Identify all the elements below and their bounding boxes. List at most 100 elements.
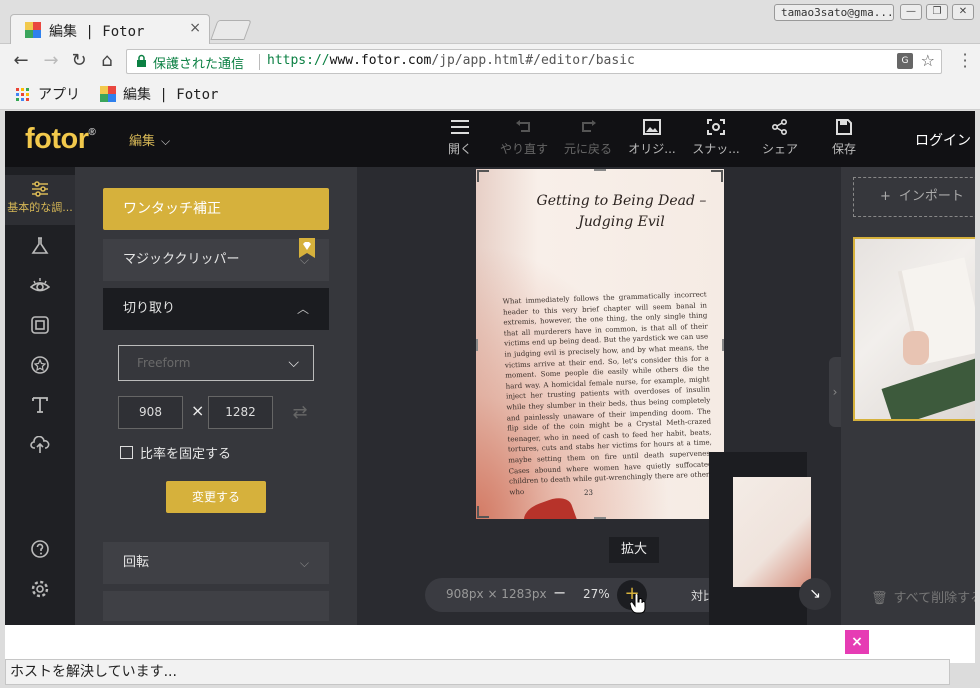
rotate-section[interactable]: 回転 ⌵ <box>103 542 329 584</box>
url-host: www.fotor.com <box>329 53 432 68</box>
import-button[interactable]: + インポート <box>853 177 975 217</box>
maximize-button[interactable]: ❐ <box>926 4 948 20</box>
sidebar-item-upload[interactable] <box>5 436 75 454</box>
minimap-thumbnail <box>733 477 811 587</box>
crop-ratio-select[interactable]: Freeform ⌵ <box>118 345 314 381</box>
help-button[interactable] <box>5 540 75 558</box>
profile-button[interactable]: tamao3sato@gma... <box>774 4 894 21</box>
eye-icon <box>30 278 50 292</box>
edit-menu[interactable]: 編集 ⌵ <box>129 130 170 149</box>
one-touch-fix-button[interactable]: ワンタッチ補正 <box>103 188 329 230</box>
share-icon <box>771 119 787 135</box>
library-thumbnail[interactable] <box>853 237 975 421</box>
forward-arrow-icon[interactable]: → <box>40 50 62 72</box>
chevron-up-icon: ︿ <box>296 302 309 316</box>
crop-handle-right[interactable] <box>722 339 724 351</box>
magic-clipper-section[interactable]: マジッククリッパー ⌵ <box>103 238 329 281</box>
image-size-label: 908px × 1283px <box>446 587 547 601</box>
snapshot-button[interactable]: スナッ... <box>684 119 748 157</box>
rotate-label: 回転 <box>123 555 150 570</box>
browser-tab-active[interactable]: 編集 | Fotor × <box>10 14 210 45</box>
menu-icon <box>451 120 469 134</box>
zoom-in-tooltip: 拡大 <box>609 537 659 563</box>
bookmark-apps[interactable]: アプリ <box>38 84 80 104</box>
crop-handle-left[interactable] <box>476 339 478 351</box>
redo-button[interactable]: 元に戻る <box>556 119 620 157</box>
next-section[interactable] <box>103 591 329 621</box>
page-bottom-area: × <box>5 625 975 663</box>
chevron-down-icon: ⌵ <box>299 556 309 570</box>
text-icon <box>32 397 48 413</box>
lock-icon <box>137 54 146 67</box>
browser-status-bar: ホストを解決しています... <box>5 659 950 685</box>
lock-ratio-label: 比率を固定する <box>140 447 232 462</box>
secure-label: 保護された通信 <box>153 57 245 72</box>
frame-icon <box>31 316 49 334</box>
sidebar-item-effects[interactable] <box>5 237 75 255</box>
crop-mode-value: Freeform <box>137 356 191 370</box>
crop-label: 切り取り <box>123 301 176 316</box>
undo-button[interactable]: やり直す <box>492 119 556 157</box>
fotor-app: fotor® 編集 ⌵ 開く やり直す 元に戻る オリジ... スナッ... シェ… <box>5 111 975 625</box>
lock-ratio-checkbox[interactable] <box>120 446 133 459</box>
times-symbol: × <box>191 401 205 420</box>
zoom-out-button[interactable]: − <box>553 583 566 602</box>
sidebar-item-basic-adjust[interactable]: 基本的な調... <box>5 175 75 225</box>
swap-dimensions-icon[interactable]: ⇄ <box>283 396 317 429</box>
original-button[interactable]: オリジ... <box>620 119 684 157</box>
minimize-button[interactable]: — <box>900 4 922 20</box>
open-button[interactable]: 開く <box>428 119 492 157</box>
bookmarks-bar: アプリ 編集 | Fotor <box>0 78 980 110</box>
sidebar-item-text[interactable] <box>5 396 75 414</box>
crop-handle-top[interactable] <box>594 169 606 171</box>
translate-icon[interactable]: G <box>897 53 913 69</box>
address-bar[interactable]: 保護された通信 https://www.fotor.com/jp/app.htm… <box>126 49 942 74</box>
help-icon <box>31 540 49 558</box>
cloud-upload-icon <box>30 436 50 453</box>
fotor-logo[interactable]: fotor® <box>25 123 96 156</box>
url-scheme: https:// <box>267 53 330 68</box>
fotor-bookmark-icon <box>100 86 116 102</box>
crop-handle-bottom[interactable] <box>594 517 606 519</box>
crop-handle-top-right[interactable] <box>711 170 723 182</box>
url-text[interactable]: https://www.fotor.com/jp/app.html#/edito… <box>267 53 635 68</box>
close-window-button[interactable]: ✕ <box>952 4 974 20</box>
url-path: /jp/app.html#/editor/basic <box>431 53 635 68</box>
height-input[interactable]: 1282 <box>208 396 273 429</box>
delete-all-button[interactable]: 🗑 すべて削除する <box>871 587 975 606</box>
bookmark-fotor[interactable]: 編集 | Fotor <box>123 84 218 104</box>
reload-icon[interactable]: ↻ <box>68 50 90 72</box>
new-tab-button[interactable] <box>210 20 252 40</box>
close-ad-button[interactable]: × <box>845 630 869 654</box>
apply-button[interactable]: 変更する <box>166 481 266 513</box>
redo-icon <box>582 120 596 132</box>
thumb-hand-shape <box>903 331 929 365</box>
sidebar-item-frames[interactable] <box>5 316 75 334</box>
browser-toolbar: ← → ↻ ⌂ 保護された通信 https://www.fotor.com/jp… <box>0 44 980 78</box>
sidebar-item-beauty[interactable] <box>5 277 75 295</box>
home-icon[interactable]: ⌂ <box>96 50 118 72</box>
book-title: Getting to Being Dead – Judging Evil <box>536 193 707 230</box>
tab-close-icon[interactable]: × <box>189 20 201 36</box>
bookmark-star-icon[interactable]: ☆ <box>921 51 935 70</box>
navigator-minimap[interactable]: ↘ <box>709 452 831 625</box>
share-button[interactable]: シェア <box>748 119 812 157</box>
crop-handle-top-left[interactable] <box>477 170 489 182</box>
apps-grid-icon[interactable] <box>16 88 30 102</box>
photo-image[interactable]: Getting to Being Dead – Judging Evil Wha… <box>476 169 724 519</box>
undo-icon <box>516 120 530 132</box>
login-button[interactable]: ログイン <box>915 130 971 150</box>
back-arrow-icon[interactable]: ← <box>10 50 32 72</box>
fotor-favicon-icon <box>25 22 41 38</box>
sidebar-item-stickers[interactable] <box>5 356 75 374</box>
zoom-percent: 27% <box>583 587 610 601</box>
collapse-arrow-icon[interactable]: ↘ <box>799 578 831 610</box>
save-button[interactable]: 保存 <box>812 119 876 157</box>
browser-menu-icon[interactable]: · · · <box>962 47 968 75</box>
width-input[interactable]: 908 <box>118 396 183 429</box>
tool-sidebar: 基本的な調... <box>5 167 75 625</box>
crop-handle-bottom-left[interactable] <box>477 506 489 518</box>
chevron-right-icon[interactable]: › <box>829 357 841 427</box>
crop-section[interactable]: 切り取り ︿ <box>103 288 329 330</box>
settings-button[interactable] <box>5 580 75 598</box>
